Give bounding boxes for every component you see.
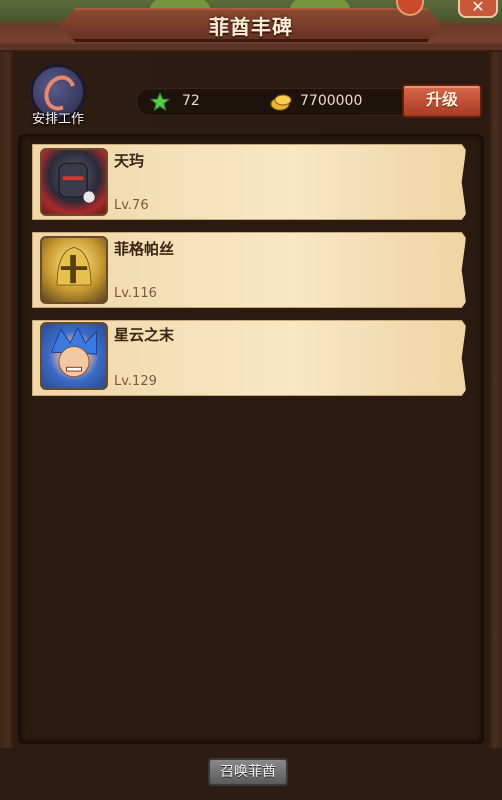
hero-name: 天玙 — [114, 152, 145, 170]
hero-level: Lv.129 — [114, 374, 157, 389]
close-button[interactable]: ✕ — [458, 0, 498, 18]
hero-name: 菲格帕丝 — [114, 240, 175, 258]
hero-level: Lv.116 — [114, 286, 157, 301]
warrior-face-icon — [50, 326, 98, 378]
knight-helmet-icon — [58, 162, 95, 203]
hero-list-panel — [18, 134, 484, 744]
golden-helmet-icon — [56, 246, 92, 286]
blue-hair-warrior-portrait — [40, 322, 108, 390]
hero-level: Lv.76 — [114, 198, 149, 213]
close-icon: ✕ — [471, 0, 485, 16]
armored-knight-portrait — [40, 148, 108, 216]
golden-helmet-portrait — [40, 236, 108, 304]
gold-value: 7700000 — [300, 93, 363, 109]
assign-work-label: 安排工作 — [31, 112, 84, 127]
board-edge — [0, 44, 502, 52]
exp-star-icon — [150, 92, 170, 112]
summon-button[interactable]: 召唤菲酋 — [208, 758, 288, 786]
exp-value: 72 — [182, 93, 200, 109]
upgrade-button[interactable]: 升级 — [402, 84, 482, 118]
window-title: 菲酋丰碑 — [209, 15, 293, 39]
gold-coin-icon — [270, 94, 292, 111]
hero-name: 星云之末 — [114, 326, 175, 344]
